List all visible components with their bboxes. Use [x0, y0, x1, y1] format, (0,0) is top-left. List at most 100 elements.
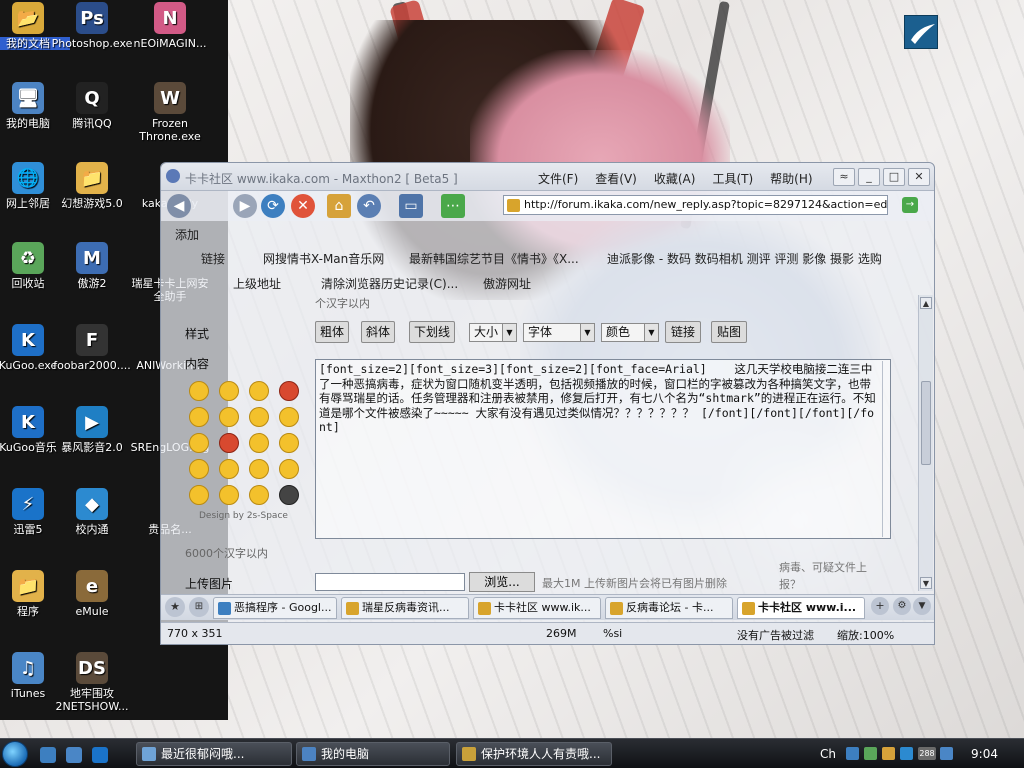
menu-tools[interactable]: 工具(T)	[712, 170, 753, 187]
desktop-icon[interactable]: Ffoobar2000....	[50, 324, 134, 372]
desktop-icon[interactable]: Ps Photoshop.exe	[50, 2, 134, 50]
taskbar-button[interactable]: 我的电脑	[296, 742, 450, 766]
desktop-icon[interactable]: ◆ 校内通	[50, 488, 134, 536]
smiley-icon[interactable]	[279, 407, 299, 427]
smiley-icon[interactable]	[279, 485, 299, 505]
start-button[interactable]	[2, 741, 28, 767]
tray-icon[interactable]	[940, 747, 953, 760]
parent-address-link[interactable]: 上级地址	[233, 275, 281, 292]
smiley-icon[interactable]	[219, 381, 239, 401]
bold-button[interactable]: 粗体	[315, 321, 349, 343]
chevron-down-icon[interactable]: ▼	[913, 597, 931, 615]
link-item[interactable]: 网搜情书X-Man音乐网	[263, 250, 384, 267]
desktop-icon[interactable]: W Frozen Throne.exe	[128, 82, 212, 143]
menu-help[interactable]: 帮助(H)	[770, 170, 812, 187]
size-select[interactable]: 大小 ▼	[469, 323, 517, 342]
menu-favorites[interactable]: 收藏(A)	[654, 170, 696, 187]
language-indicator[interactable]: Ch	[820, 747, 836, 761]
title-bar[interactable]: 卡卡社区 www.ikaka.com - Maxthon2 [ Beta5 ] …	[161, 163, 934, 191]
scroll-thumb[interactable]	[921, 381, 931, 465]
smiley-icon[interactable]	[249, 485, 269, 505]
tray-badge-icon[interactable]: 288	[918, 747, 936, 760]
maxthon-sites-link[interactable]: 傲游网址	[483, 275, 531, 292]
scroll-up-icon[interactable]: ▲	[920, 297, 932, 309]
link-item[interactable]: 迪派影像 - 数码 数码相机 测评 评测 影像 摄影 选购	[607, 250, 882, 267]
smiley-icon[interactable]	[249, 381, 269, 401]
undo-close-icon[interactable]: ↶	[357, 194, 381, 218]
smiley-icon[interactable]	[279, 459, 299, 479]
browse-button[interactable]: 浏览...	[469, 572, 535, 592]
menu-view[interactable]: 查看(V)	[595, 170, 637, 187]
tray-icon[interactable]	[864, 747, 877, 760]
desktop-icon[interactable]: e eMule	[50, 570, 134, 618]
color-select[interactable]: 颜色 ▼	[601, 323, 659, 342]
ad-filter-status[interactable]: 没有广告被过滤	[737, 627, 814, 643]
taskbar-button[interactable]: 最近很郁闷哦...	[136, 742, 292, 766]
smiley-icon[interactable]	[219, 485, 239, 505]
image-button[interactable]: 贴图	[711, 321, 747, 343]
smiley-icon[interactable]	[249, 459, 269, 479]
window-icon[interactable]: ▭	[399, 194, 423, 218]
smiley-icon[interactable]	[219, 459, 239, 479]
textarea-scrollbar[interactable]	[882, 361, 890, 537]
link-item[interactable]: 最新韩国综艺节目《情书》《X...	[409, 250, 579, 267]
smiley-icon[interactable]	[219, 407, 239, 427]
minimize-button[interactable]: _	[858, 168, 880, 186]
smiley-icon[interactable]	[189, 407, 209, 427]
tab[interactable]: 恶搞程序 - Googl...	[213, 597, 337, 619]
tab[interactable]: 反病毒论坛 - 卡...	[605, 597, 733, 619]
smiley-icon[interactable]	[249, 433, 269, 453]
go-icon[interactable]: →	[902, 197, 918, 213]
scroll-down-icon[interactable]: ▼	[920, 577, 932, 589]
home-icon[interactable]: ⌂	[327, 194, 351, 218]
menu-file[interactable]: 文件(F)	[538, 170, 578, 187]
thunder-quicklaunch-icon[interactable]	[92, 747, 108, 763]
clear-history-link[interactable]: 清除浏览器历史记录(C)...	[321, 275, 458, 292]
smiley-icon[interactable]	[189, 433, 209, 453]
zoom-status[interactable]: 缩放:100%	[837, 627, 894, 643]
tab-grid-icon[interactable]: ⊞	[189, 597, 209, 617]
link-button[interactable]: 链接	[665, 321, 701, 343]
italic-button[interactable]: 斜体	[361, 321, 395, 343]
refresh-icon[interactable]: ⟳	[261, 194, 285, 218]
desktop-icon[interactable]: DS 地牢围攻 2NETSHOW...	[50, 652, 134, 713]
smiley-icon[interactable]	[279, 381, 299, 401]
tools-icon[interactable]: ⚙	[893, 597, 911, 615]
underline-button[interactable]: 下划线	[409, 321, 455, 343]
report-file-link[interactable]: 病毒、可疑文件上报？	[779, 559, 879, 593]
desktop-icon[interactable]: 📁 幻想游戏5.0	[50, 162, 134, 210]
tray-icon[interactable]	[846, 747, 859, 760]
tab[interactable]: 瑞星反病毒资讯...	[341, 597, 469, 619]
links-label[interactable]: 链接	[201, 250, 225, 267]
desktop-icon[interactable]: Q 腾讯QQ	[50, 82, 134, 130]
tray-icon[interactable]	[900, 747, 913, 760]
add-label[interactable]: 添加	[175, 226, 199, 243]
wallpaper-corner-icon[interactable]	[904, 15, 938, 49]
forward-icon[interactable]: ▶	[233, 194, 257, 218]
ie-quicklaunch-icon[interactable]	[66, 747, 82, 763]
tab[interactable]: 卡卡社区 www.ik...	[473, 597, 601, 619]
clock[interactable]: 9:04	[971, 747, 998, 761]
upload-file-input[interactable]	[315, 573, 465, 591]
ie-quicklaunch-icon[interactable]	[40, 747, 56, 763]
group-icon[interactable]: ⋯	[441, 194, 465, 218]
smiley-icon[interactable]	[279, 433, 299, 453]
tab-active[interactable]: 卡卡社区 www.i...	[737, 597, 865, 619]
page-scrollbar[interactable]: ▲ ▼	[918, 295, 933, 591]
window-menu-button[interactable]: ≈	[833, 168, 855, 186]
desktop-icon[interactable]: M 傲游2	[50, 242, 134, 290]
new-tab-icon[interactable]: +	[871, 597, 889, 615]
smiley-icon[interactable]	[189, 381, 209, 401]
smiley-icon[interactable]	[249, 407, 269, 427]
close-button[interactable]: ✕	[908, 168, 930, 186]
tray-icon[interactable]	[882, 747, 895, 760]
taskbar-button[interactable]: 保护环境人人有责哦...	[456, 742, 612, 766]
desktop-icon[interactable]: ▶ 暴风影音2.0	[50, 406, 134, 454]
maximize-button[interactable]: □	[883, 168, 905, 186]
stop-icon[interactable]: ✕	[291, 194, 315, 218]
content-textarea[interactable]: [font_size=2][font_size=3][font_size=2][…	[315, 359, 891, 539]
address-bar[interactable]: http://forum.ikaka.com/new_reply.asp?top…	[503, 195, 888, 215]
smiley-icon[interactable]	[189, 485, 209, 505]
smiley-icon[interactable]	[189, 459, 209, 479]
desktop-icon[interactable]: NnEOiMAGIN...	[128, 2, 212, 50]
